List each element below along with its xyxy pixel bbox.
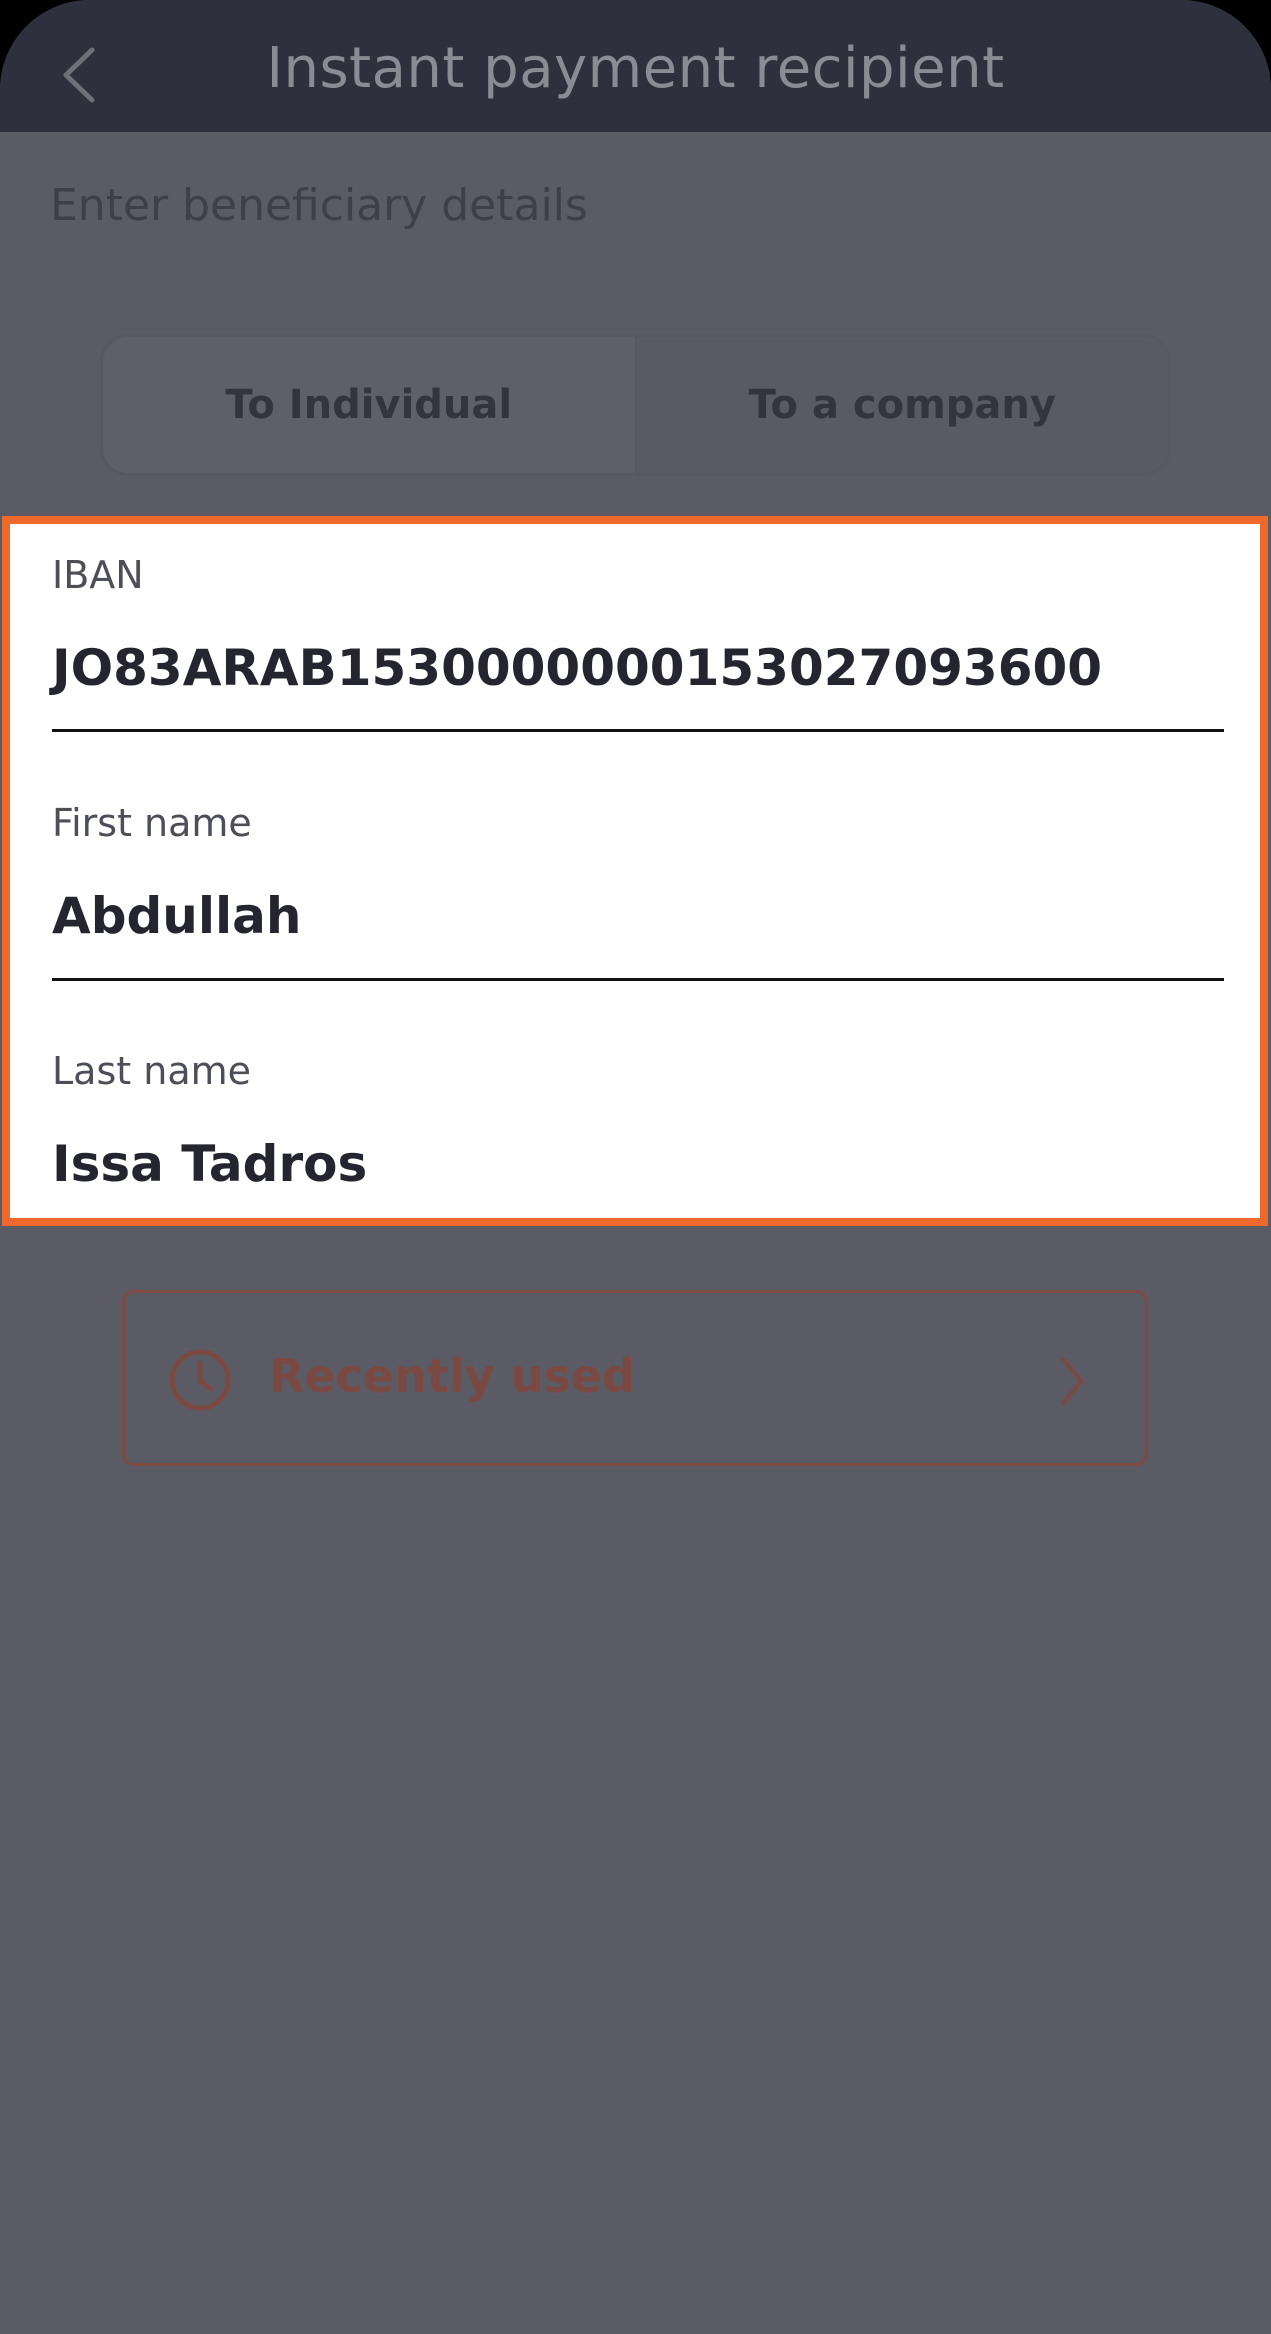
first-name-label: First name: [52, 801, 252, 845]
app-header: Instant payment recipient: [0, 0, 1271, 132]
page-title: Instant payment recipient: [266, 36, 1005, 101]
chevron-right-icon: [1061, 1357, 1083, 1405]
segment-to-individual[interactable]: To Individual: [103, 337, 635, 473]
iban-value[interactable]: JO83ARAB1530000000153027093600: [52, 638, 1224, 698]
iban-underline: [52, 729, 1224, 732]
section-subtitle: Enter beneficiary details: [50, 180, 588, 231]
last-name-label: Last name: [52, 1049, 251, 1093]
last-name-value[interactable]: Issa Tadros: [52, 1134, 1224, 1194]
first-name-underline: [52, 978, 1224, 981]
recently-used-button[interactable]: Recently used: [122, 1290, 1148, 1466]
iban-label: IBAN: [52, 553, 144, 597]
beneficiary-form: IBAN JO83ARAB1530000000153027093600 Firs…: [2, 516, 1268, 1226]
last-name-field[interactable]: Last name Issa Tadros: [52, 1048, 1224, 1194]
recently-used-label: Recently used: [269, 1349, 635, 1403]
first-name-field[interactable]: First name Abdullah: [52, 800, 1224, 946]
first-name-value[interactable]: Abdullah: [52, 886, 1224, 946]
screen: Instant payment recipient Enter benefici…: [0, 0, 1271, 2334]
recipient-type-segment: To Individual To a company: [100, 334, 1171, 476]
clock-icon: [169, 1349, 231, 1411]
segment-to-company[interactable]: To a company: [634, 337, 1168, 473]
iban-field[interactable]: IBAN JO83ARAB1530000000153027093600: [52, 552, 1224, 698]
